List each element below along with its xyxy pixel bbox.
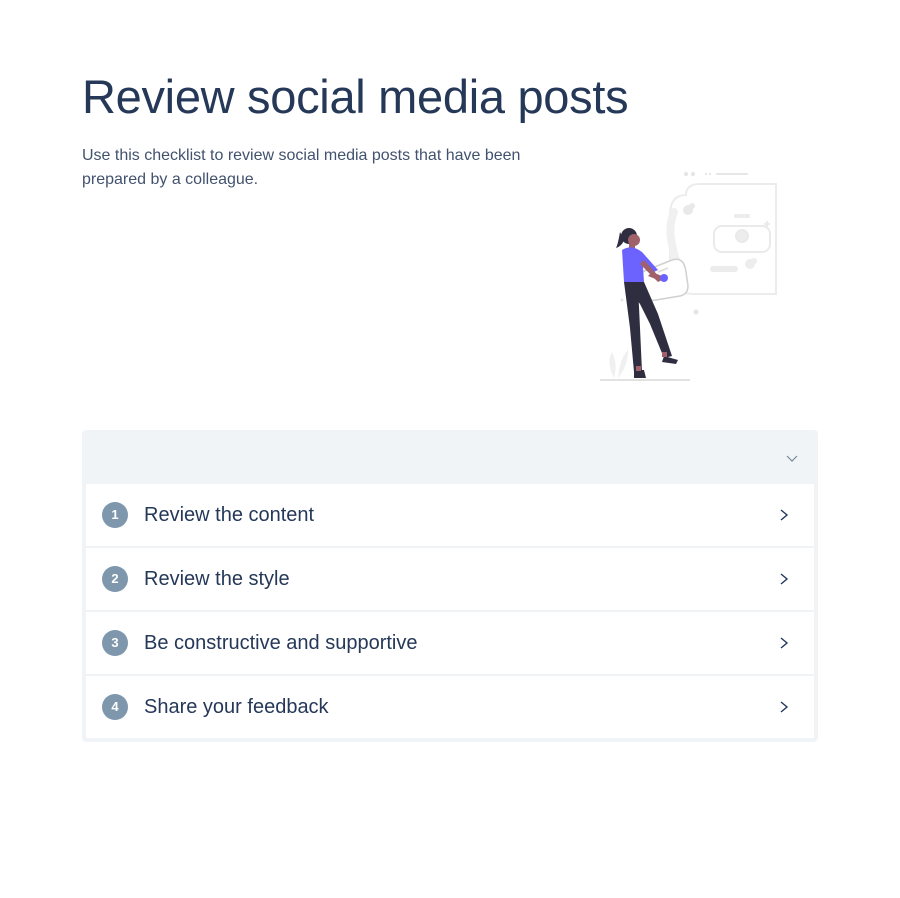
plant-icon [609, 350, 628, 378]
checklist-item-review-content[interactable]: 1 Review the content [86, 484, 814, 546]
illustration [600, 171, 777, 381]
checklist-item-review-style[interactable]: 2 Review the style [86, 548, 814, 610]
step-number-badge: 2 [102, 566, 128, 592]
checklist-item-label: Be constructive and supportive [144, 632, 418, 654]
chevron-down-icon[interactable] [782, 448, 802, 468]
page-description: Use this checklist to review social medi… [82, 147, 521, 188]
chevron-right-icon [780, 509, 789, 521]
decoration-dots-icon [683, 171, 748, 177]
checklist-item-be-constructive[interactable]: 3 Be constructive and supportive [86, 612, 814, 674]
page-title: Review social media posts [82, 70, 629, 123]
checklist-items: 1 Review the content 2 Review the style … [86, 484, 814, 740]
step-number-badge: 3 [102, 630, 128, 656]
checklist-panel: 1 Review the content 2 Review the style … [82, 430, 818, 742]
step-number-badge: 4 [102, 694, 128, 720]
chevron-right-icon [780, 701, 789, 713]
checklist-header[interactable] [82, 430, 818, 484]
step-number-badge: 1 [102, 502, 128, 528]
checklist-item-share-feedback[interactable]: 4 Share your feedback [86, 676, 814, 738]
checklist-item-label: Review the content [144, 504, 315, 526]
chevron-right-icon [780, 573, 789, 585]
checklist-item-label: Review the style [144, 568, 290, 590]
checklist-item-label: Share your feedback [144, 696, 329, 718]
profile-card-icon [713, 225, 771, 253]
chevron-right-icon [780, 637, 789, 649]
